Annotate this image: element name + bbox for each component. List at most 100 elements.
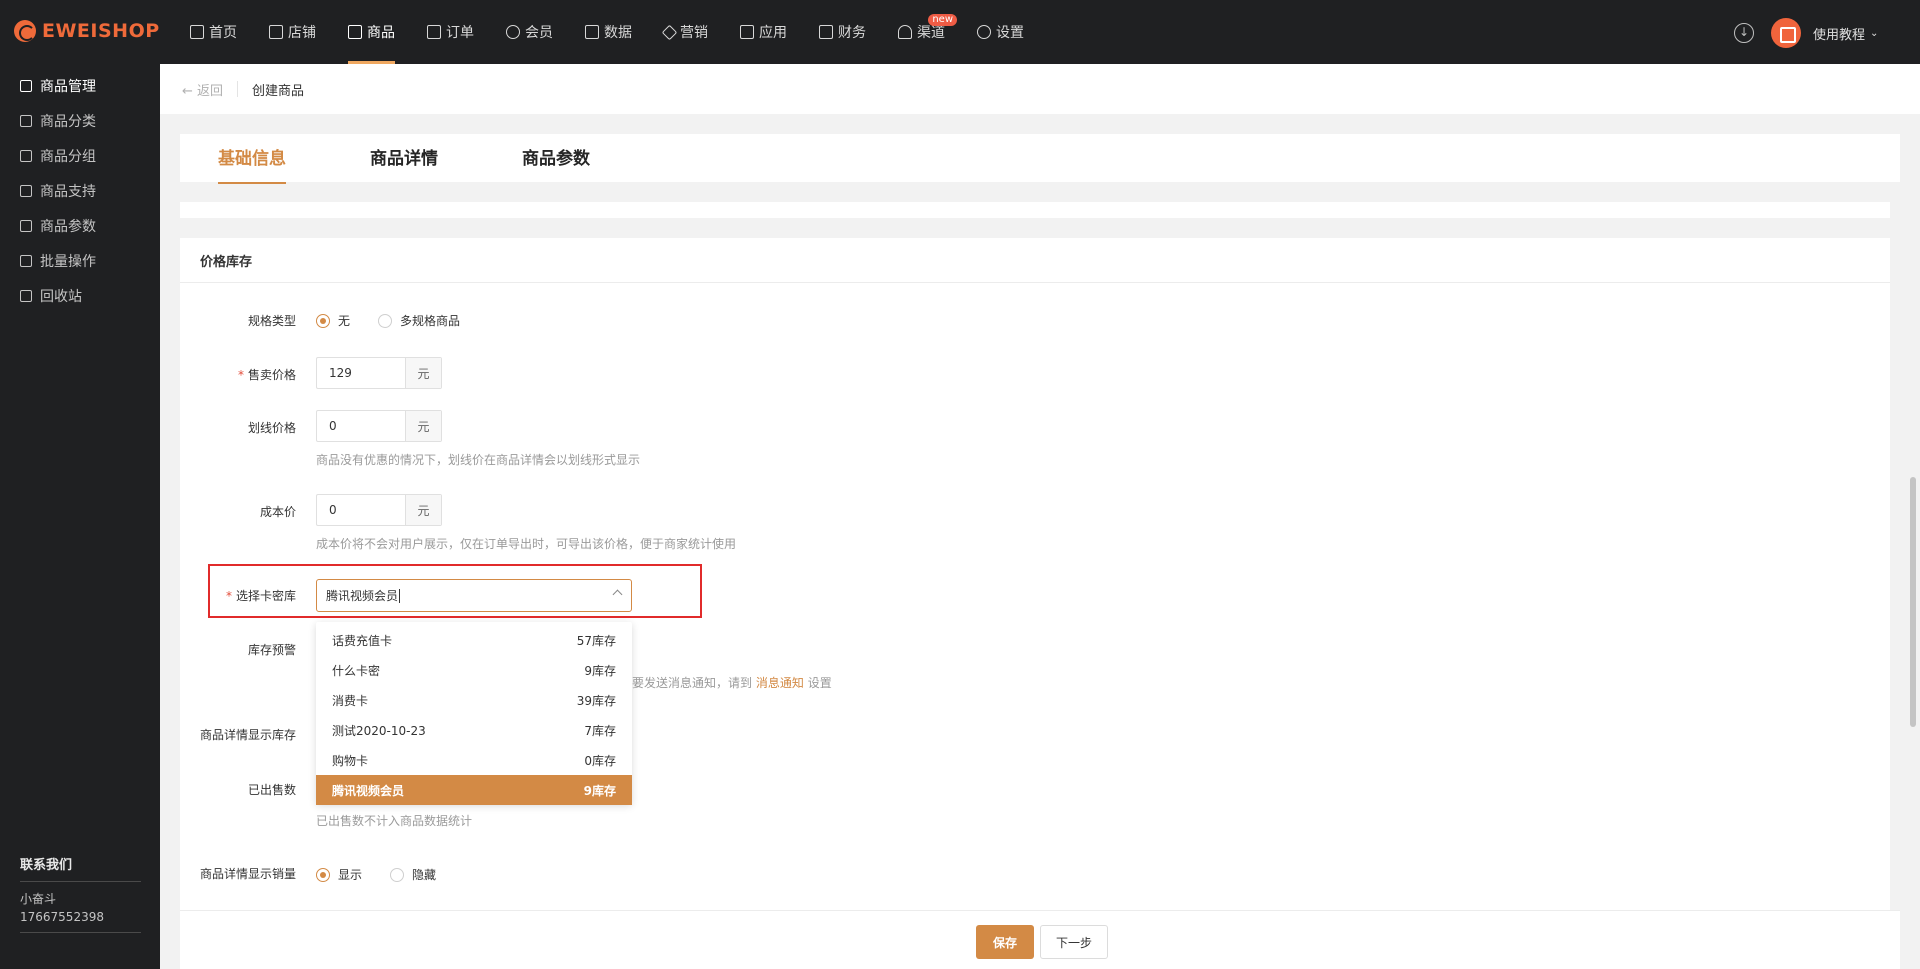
strike-price-field: 元: [316, 410, 442, 442]
sale-price-label: * 售卖价格: [180, 366, 296, 383]
goods-icon: [20, 79, 32, 92]
sidebar-item-goods-params[interactable]: 商品参数: [0, 208, 160, 243]
grid-icon: [20, 114, 32, 127]
tab-goods-detail[interactable]: 商品详情: [370, 134, 438, 182]
required-mark: *: [237, 368, 244, 382]
spec-type-multi-radio[interactable]: 多规格商品: [378, 312, 460, 329]
currency-suffix: 元: [405, 411, 441, 441]
radio-checked-icon: [316, 867, 330, 882]
radio-label: 显示: [338, 868, 363, 882]
card-library-select[interactable]: 腾讯视频会员: [316, 579, 632, 612]
back-link[interactable]: ← 返回: [182, 80, 223, 99]
goods-icon: [348, 25, 362, 39]
nav-data[interactable]: 数据: [575, 0, 642, 64]
nav-order[interactable]: 订单: [417, 0, 484, 64]
option-name: 购物卡: [332, 753, 369, 768]
nav-finance[interactable]: 财务: [809, 0, 876, 64]
sidebar-item-goods-support[interactable]: 商品支持: [0, 173, 160, 208]
new-badge: new: [928, 14, 957, 26]
strike-price-hint: 商品没有优惠的情况下，划线价在商品详情会以划线形式显示: [316, 453, 641, 467]
show-stock-label: 商品详情显示库存: [199, 728, 296, 742]
sidebar-item-goods-management[interactable]: 商品管理: [0, 68, 160, 103]
nav-marketing[interactable]: 营销: [654, 0, 718, 64]
chevron-down-icon: ⌄: [1870, 28, 1879, 39]
sidebar-item-recycle-bin[interactable]: 回收站: [0, 278, 160, 313]
member-icon: [506, 25, 520, 39]
dropdown-option[interactable]: 消费卡 39库存: [316, 685, 632, 715]
nav-channel[interactable]: 渠道 new: [888, 0, 957, 64]
nav-order-label: 订单: [446, 25, 474, 41]
text-cursor: [399, 588, 401, 603]
logo-icon: [14, 20, 36, 42]
cost-price-label: 成本价: [259, 505, 296, 519]
chevron-up-icon: [612, 589, 623, 600]
cost-price-input[interactable]: [317, 495, 405, 525]
nav-member-label: 会员: [525, 25, 553, 41]
sold-count-hint: 已出售数不计入商品数据统计: [316, 814, 473, 828]
nav-settings[interactable]: 设置: [967, 0, 1034, 64]
radio-checked-icon: [316, 313, 330, 328]
sale-price-field: 元: [316, 357, 442, 389]
logo-text: EWEISHOP: [42, 20, 160, 42]
nav-home-label: 首页: [209, 25, 237, 41]
sale-price-label-text: 售卖价格: [247, 368, 296, 382]
save-button[interactable]: 保存: [976, 925, 1034, 959]
sidebar-item-goods-group[interactable]: 商品分组: [0, 138, 160, 173]
sidebar-item-label: 商品管理: [40, 78, 96, 95]
show-sales-hide-radio[interactable]: 隐藏: [390, 866, 436, 883]
dropdown-option[interactable]: 什么卡密 9库存: [316, 655, 632, 685]
radio-label: 隐藏: [412, 868, 437, 882]
dropdown-option[interactable]: 购物卡 0库存: [316, 745, 632, 775]
dropdown-option[interactable]: 话费充值卡 57库存: [316, 625, 632, 655]
option-stock: 7库存: [584, 723, 616, 738]
sidebar-item-label: 商品支持: [40, 183, 96, 200]
sidebar-item-label: 批量操作: [40, 253, 96, 270]
radio-label: 多规格商品: [400, 314, 461, 328]
message-notification-link[interactable]: 消息通知: [756, 676, 804, 690]
option-name: 测试2020-10-23: [332, 723, 426, 738]
spec-type-none-radio[interactable]: 无: [316, 312, 350, 329]
cost-price-field: 元: [316, 494, 442, 526]
avatar[interactable]: [1771, 18, 1801, 48]
sidebar-item-label: 商品分类: [40, 113, 96, 130]
finance-icon: [819, 25, 833, 39]
dropdown-option[interactable]: 测试2020-10-23 7库存: [316, 715, 632, 745]
option-name: 话费充值卡: [332, 633, 393, 648]
contact-name: 小奋斗: [20, 892, 57, 906]
card-library-label-text: 选择卡密库: [235, 589, 296, 603]
next-step-button[interactable]: 下一步: [1040, 925, 1108, 959]
tab-goods-params[interactable]: 商品参数: [522, 134, 590, 182]
show-sales-label: 商品详情显示销量: [199, 867, 296, 881]
strike-price-input[interactable]: [317, 411, 405, 441]
radio-label: 无: [338, 314, 351, 328]
nav-goods-label: 商品: [367, 25, 395, 41]
sidebar-item-batch-operation[interactable]: 批量操作: [0, 243, 160, 278]
trash-icon: [20, 289, 32, 302]
scrollbar-thumb[interactable]: [1910, 477, 1916, 727]
scrollbar[interactable]: [1909, 202, 1917, 908]
main-nav: 首页 店铺 商品 订单 会员 数据 营销 应用 财务 渠道 new 设置: [180, 0, 1046, 64]
store-icon: [269, 25, 283, 39]
tab-basic-info[interactable]: 基础信息: [218, 134, 286, 184]
card-library-value: 腾讯视频会员: [326, 589, 399, 603]
chart-icon: [585, 25, 599, 39]
nav-apps-label: 应用: [759, 25, 787, 41]
sidebar-item-goods-category[interactable]: 商品分类: [0, 103, 160, 138]
nav-apps[interactable]: 应用: [730, 0, 797, 64]
logo[interactable]: EWEISHOP: [14, 20, 160, 42]
nav-store[interactable]: 店铺: [259, 0, 326, 64]
show-sales-show-radio[interactable]: 显示: [316, 866, 362, 883]
nav-member[interactable]: 会员: [496, 0, 563, 64]
tutorial-menu[interactable]: 使用教程 ⌄: [1813, 24, 1878, 43]
currency-suffix: 元: [405, 358, 441, 388]
breadcrumb: ← 返回 创建商品: [160, 64, 1920, 114]
nav-data-label: 数据: [604, 25, 632, 41]
tutorial-label: 使用教程: [1813, 28, 1866, 43]
nav-goods[interactable]: 商品: [338, 0, 405, 64]
download-icon[interactable]: ↓: [1734, 23, 1754, 43]
dropdown-option-selected[interactable]: 腾讯视频会员 9库存: [316, 775, 632, 805]
gear-icon: [977, 25, 991, 39]
nav-home[interactable]: 首页: [180, 0, 247, 64]
sale-price-input[interactable]: [317, 358, 405, 388]
stock-warning-hint: 要发送消息通知，请到 消息通知 设置: [632, 674, 832, 691]
